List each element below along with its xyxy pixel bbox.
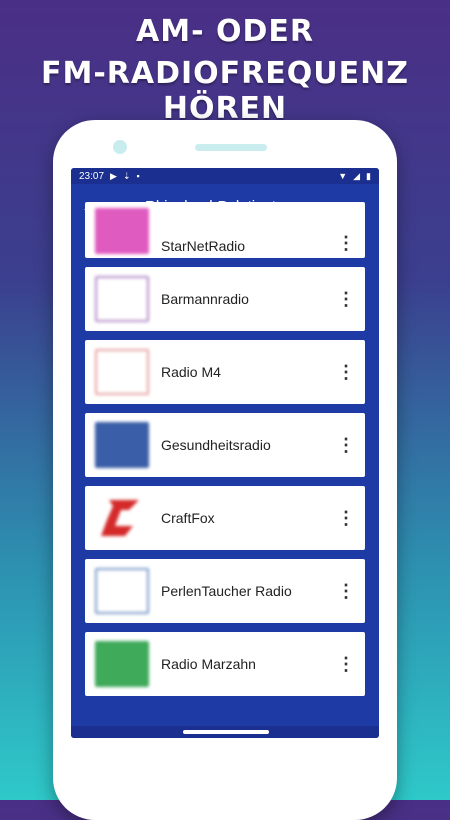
wifi-icon: ▼ <box>338 170 348 181</box>
station-name: PerlenTaucher Radio <box>161 583 292 599</box>
earpiece-speaker <box>195 144 267 151</box>
station-logo-image <box>95 349 149 395</box>
station-logo-image <box>95 422 149 468</box>
play-notification-icon: ▶ <box>110 170 117 181</box>
status-time: 23:07 <box>79 170 105 182</box>
station-name: CraftFox <box>161 510 215 526</box>
promo-headline-line2: FM-RADIOFREQUENZ HÖREN <box>41 56 409 126</box>
station-name: Gesundheitsradio <box>161 437 271 453</box>
home-gesture-pill[interactable] <box>183 730 269 734</box>
station-list-item[interactable]: Barmannradio ⋮ <box>85 267 365 331</box>
phone-frame: 23:07 ▶ ⇣ ▪ ▼ ◢ ▮ ← Rhineland-Palatinate… <box>53 120 397 820</box>
more-options-icon[interactable]: ⋮ <box>333 289 359 310</box>
phone-screen: 23:07 ▶ ⇣ ▪ ▼ ◢ ▮ ← Rhineland-Palatinate… <box>71 168 379 738</box>
station-name: Barmannradio <box>161 291 249 307</box>
station-logo-image <box>95 641 149 687</box>
status-bar: 23:07 ▶ ⇣ ▪ ▼ ◢ ▮ <box>71 168 379 184</box>
front-camera <box>113 140 127 154</box>
station-name: Radio M4 <box>161 364 221 380</box>
station-name: Radio Marzahn <box>161 656 256 672</box>
station-list-item[interactable]: Radio Marzahn ⋮ <box>85 632 365 696</box>
station-list-item[interactable]: StarNetRadio ⋮ <box>85 202 365 258</box>
promo-headline-line1: AM- ODER <box>136 14 314 49</box>
more-options-icon[interactable]: ⋮ <box>333 233 359 254</box>
nav-bar <box>71 726 379 738</box>
sd-card-icon: ▪ <box>136 170 140 181</box>
station-list-item[interactable]: PerlenTaucher Radio ⋮ <box>85 559 365 623</box>
station-logo-image <box>95 276 149 322</box>
more-options-icon[interactable]: ⋮ <box>333 654 359 675</box>
more-options-icon[interactable]: ⋮ <box>333 362 359 383</box>
station-logo-image <box>95 208 149 254</box>
more-options-icon[interactable]: ⋮ <box>333 508 359 529</box>
station-logo-image <box>95 568 149 614</box>
signal-icon: ◢ <box>353 170 361 181</box>
more-options-icon[interactable]: ⋮ <box>333 435 359 456</box>
station-list-item[interactable]: CraftFox ⋮ <box>85 486 365 550</box>
station-list: StarNetRadio ⋮ Barmannradio ⋮ Radio M4 ⋮ Gesun… <box>85 202 365 705</box>
more-options-icon[interactable]: ⋮ <box>333 581 359 602</box>
download-notification-icon: ⇣ <box>122 170 131 181</box>
station-list-item[interactable]: Radio M4 ⋮ <box>85 340 365 404</box>
station-logo-image <box>95 495 149 541</box>
battery-icon: ▮ <box>366 170 371 181</box>
station-name: StarNetRadio <box>161 238 246 254</box>
station-list-item[interactable]: Gesundheitsradio ⋮ <box>85 413 365 477</box>
